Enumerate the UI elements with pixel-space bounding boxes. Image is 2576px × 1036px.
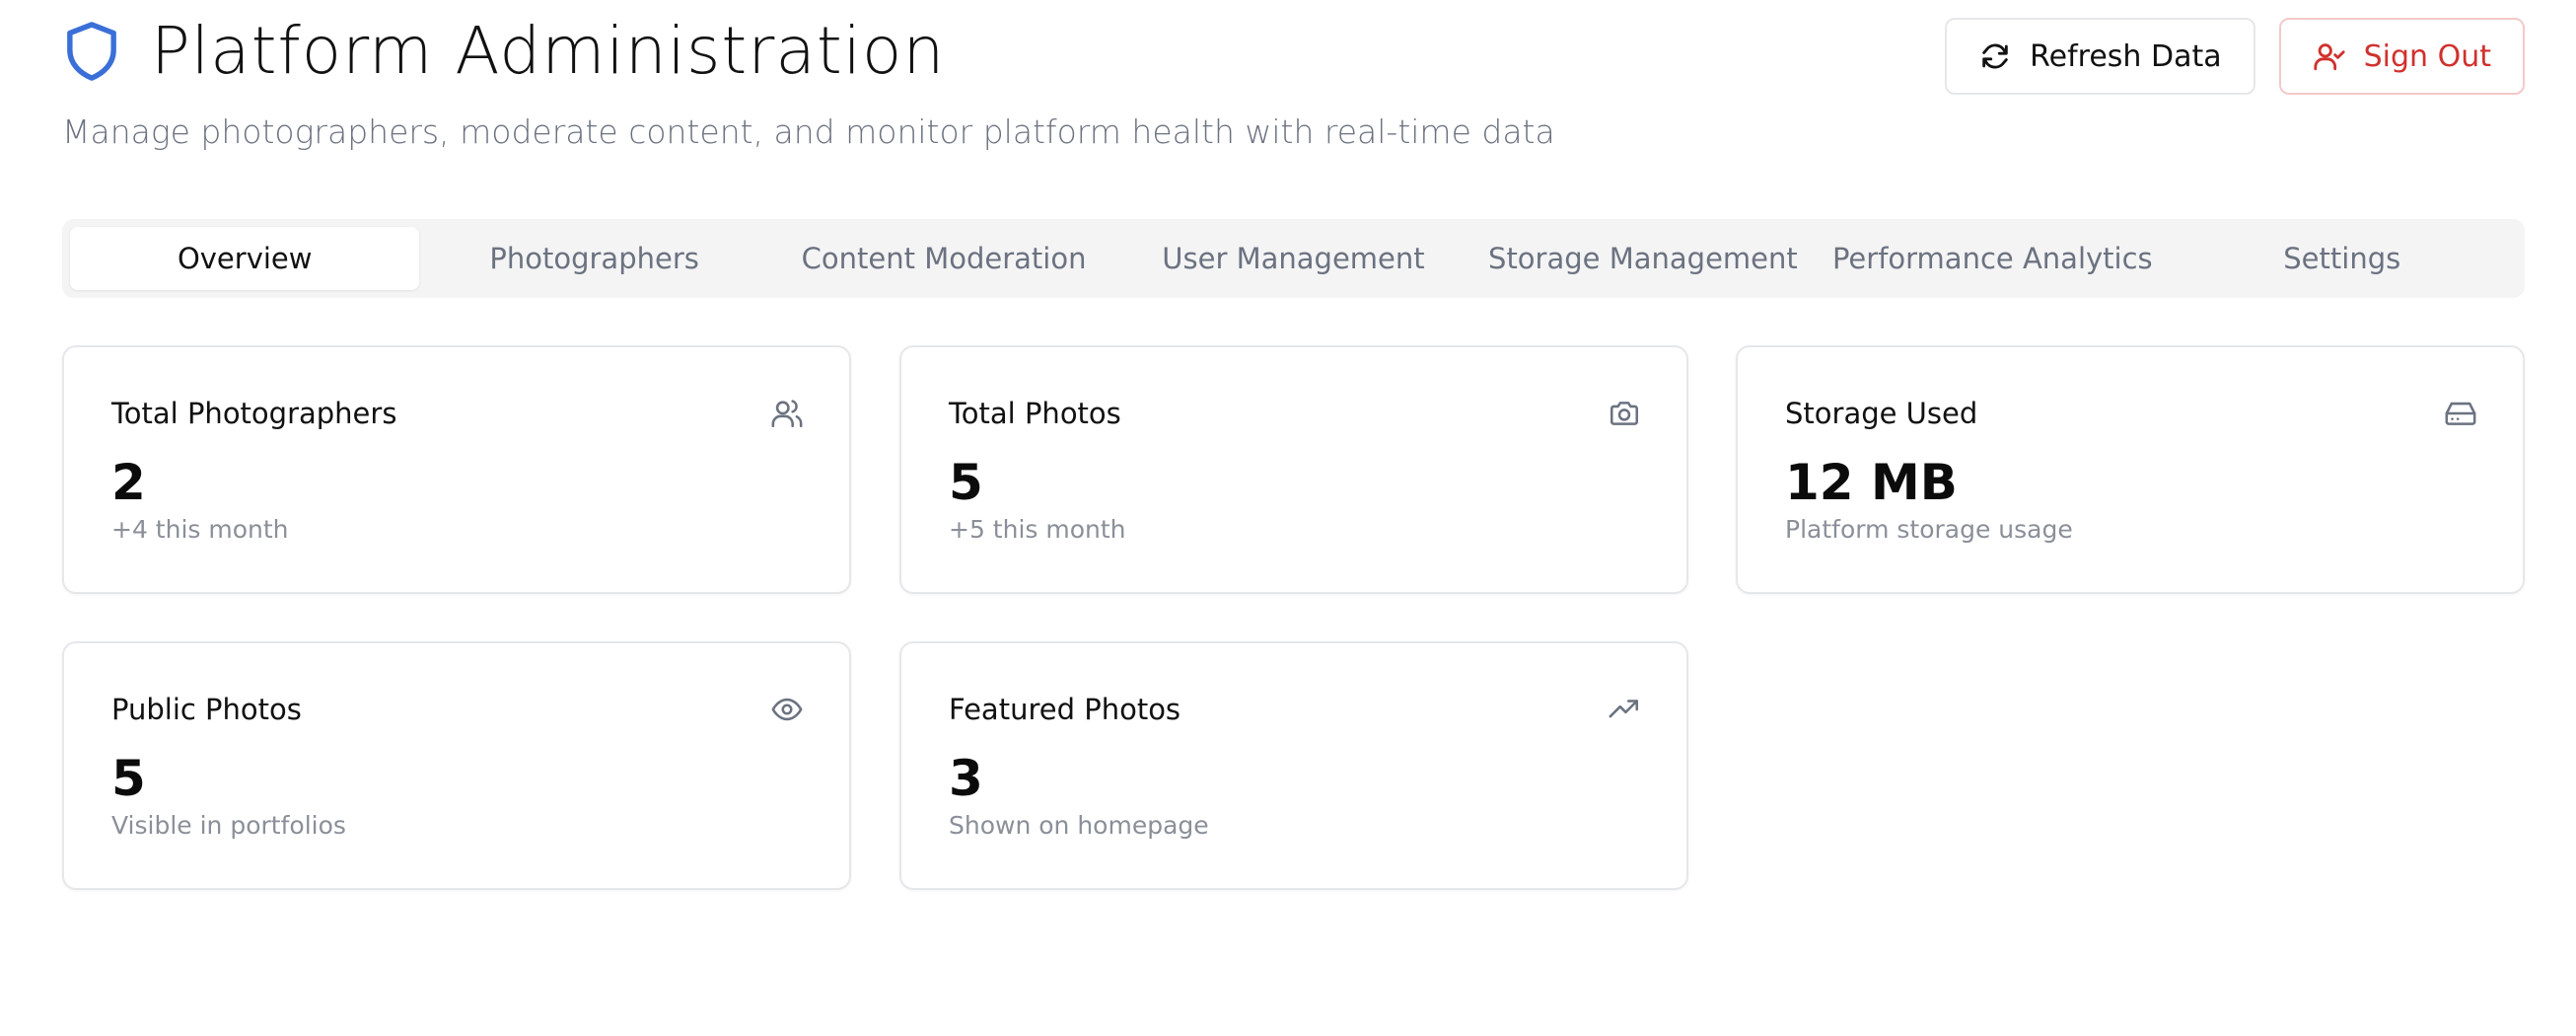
tab-performance-analytics[interactable]: Performance Analytics: [1818, 227, 2167, 290]
tab-content-moderation[interactable]: Content Moderation: [769, 227, 1118, 290]
stat-card-public-photos: Public Photos 5 Visible in portfolios: [62, 641, 851, 890]
stat-card-value: 2: [111, 454, 146, 511]
stat-card-caption: Platform storage usage: [1785, 515, 2073, 544]
stat-card-total-photos: Total Photos 5 +5 this month: [899, 345, 1688, 594]
page-title: Platform Administration: [151, 13, 946, 89]
tab-photographers[interactable]: Photographers: [419, 227, 768, 290]
admin-page: Platform Administration Manage photograp…: [0, 0, 2576, 1036]
stat-card-label: Storage Used: [1785, 397, 1978, 430]
tab-user-management[interactable]: User Management: [1118, 227, 1467, 290]
stat-card-label: Total Photographers: [111, 397, 397, 430]
shield-icon: [67, 22, 116, 81]
stat-card-caption: Shown on homepage: [949, 811, 1209, 840]
stat-card-value: 5: [111, 750, 146, 807]
stat-card-value: 5: [949, 454, 983, 511]
stat-card-caption: +4 this month: [111, 515, 289, 544]
refresh-icon: [1982, 43, 2008, 69]
stat-card-value: 3: [949, 750, 983, 807]
stat-card-total-photographers: Total Photographers 2 +4 this month: [62, 345, 851, 594]
stat-card-caption: Visible in portfolios: [111, 811, 346, 840]
sign-out-label: Sign Out: [2363, 38, 2491, 74]
page-subtitle: Manage photographers, moderate content, …: [62, 112, 1555, 151]
tab-storage-management[interactable]: Storage Management: [1468, 227, 1818, 290]
header-actions: Refresh Data Sign Out: [1945, 18, 2525, 95]
users-icon: [770, 397, 804, 430]
tab-overview[interactable]: Overview: [70, 227, 420, 290]
stat-card-storage-used: Storage Used 12 MB Platform storage usag…: [1736, 345, 2525, 594]
title-row: Platform Administration: [62, 18, 945, 85]
tab-settings[interactable]: Settings: [2168, 227, 2517, 290]
sign-out-button[interactable]: Sign Out: [2278, 18, 2525, 95]
eye-icon: [770, 693, 804, 726]
refresh-data-label: Refresh Data: [2030, 38, 2222, 74]
camera-icon: [1608, 397, 1641, 430]
stat-card-label: Featured Photos: [949, 693, 1181, 726]
trending-up-icon: [1608, 693, 1641, 726]
stat-card-featured-photos: Featured Photos 3 Shown on homepage: [899, 641, 1688, 890]
stat-card-value: 12 MB: [1785, 454, 1958, 511]
stat-card-label: Public Photos: [111, 693, 302, 726]
stat-card-caption: +5 this month: [949, 515, 1126, 544]
page-header: Platform Administration Manage photograp…: [62, 18, 2525, 161]
hard-drive-icon: [2444, 397, 2477, 430]
user-check-icon: [2314, 43, 2345, 71]
admin-tabs: Overview Photographers Content Moderatio…: [62, 219, 2525, 298]
stat-card-label: Total Photos: [949, 397, 1121, 430]
refresh-data-button[interactable]: Refresh Data: [1945, 18, 2255, 95]
